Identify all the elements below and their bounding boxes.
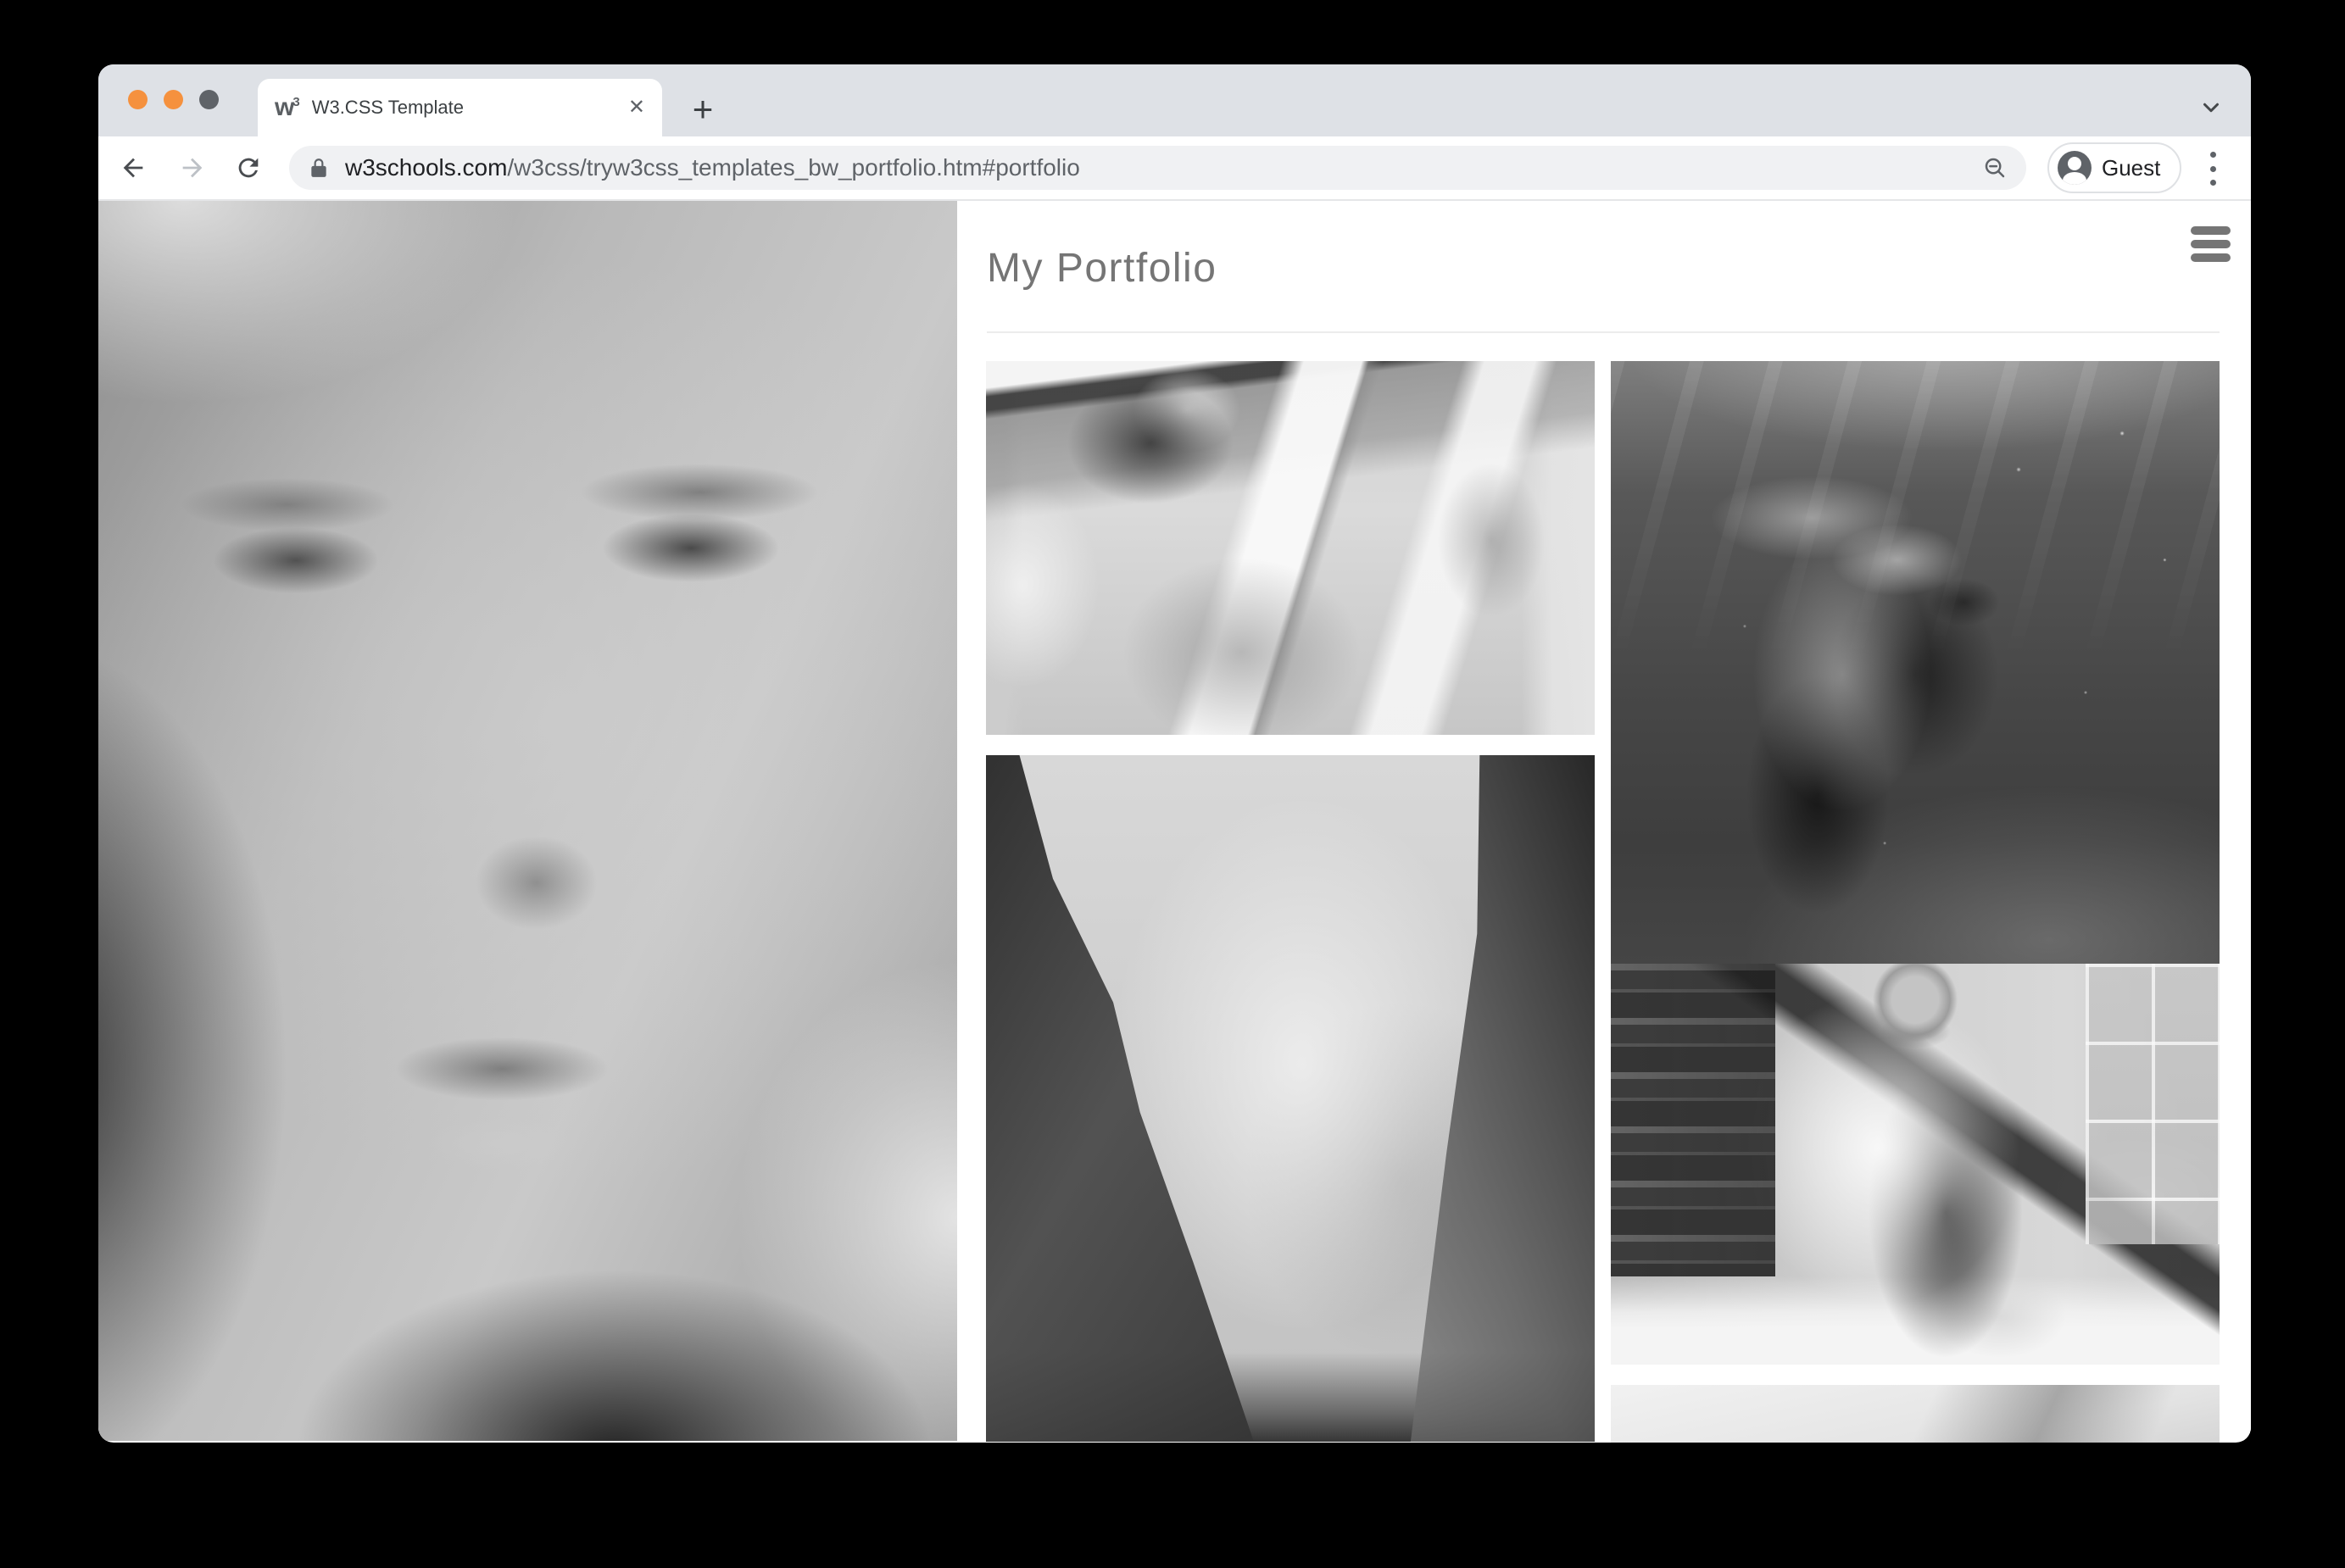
gallery-column-right [1611, 361, 2220, 1443]
url-path: /w3css/tryw3css_templates_bw_portfolio.h… [507, 154, 1079, 181]
portrait-photo [98, 201, 957, 1441]
tab-close-icon[interactable]: ✕ [628, 97, 645, 118]
portfolio-pane: My Portfolio [957, 201, 2251, 1441]
window-close-button[interactable] [128, 90, 148, 109]
guest-label: Guest [2102, 155, 2160, 181]
navigation-bar: w3schools.com/w3css/tryw3css_templates_b… [98, 136, 2251, 201]
chevron-down-icon[interactable] [2198, 95, 2224, 120]
portfolio-gallery [957, 333, 2251, 1443]
photo-underwater-woman [1611, 361, 2220, 964]
url-domain: w3schools.com [345, 154, 507, 181]
photo-chefs-kitchen [1611, 964, 2220, 1365]
hero-photo [98, 201, 957, 1441]
photo-wedding-car [986, 361, 1595, 735]
gallery-column-left [986, 361, 1595, 1443]
reload-icon[interactable] [234, 153, 263, 182]
page-title: My Portfolio [987, 245, 2220, 292]
w3-logo-icon: w3 [275, 95, 298, 120]
zoom-out-icon[interactable] [1982, 155, 2008, 181]
avatar-icon [2058, 151, 2092, 185]
window-zoom-button[interactable] [199, 90, 219, 109]
guest-profile-button[interactable]: Guest [2047, 142, 2181, 193]
back-icon[interactable] [119, 153, 148, 182]
hamburger-menu-icon[interactable] [2191, 226, 2231, 262]
tab-title: W3.CSS Template [312, 97, 618, 119]
url-text: w3schools.com/w3css/tryw3css_templates_b… [345, 154, 1982, 181]
traffic-lights [128, 90, 219, 109]
tab-w3css-template[interactable]: w3 W3.CSS Template ✕ [258, 79, 662, 136]
window-minimize-button[interactable] [164, 90, 183, 109]
url-bar[interactable]: w3schools.com/w3css/tryw3css_templates_b… [289, 146, 2026, 190]
new-tab-button[interactable]: + [683, 90, 722, 129]
photo-car-detail [1611, 1385, 2220, 1443]
lock-icon [308, 157, 330, 179]
kebab-menu-icon[interactable] [2204, 150, 2221, 187]
page-content: My Portfolio [98, 201, 2251, 1441]
forward-icon[interactable] [178, 153, 207, 182]
photo-foggy-mountains [986, 755, 1595, 1442]
tab-strip: w3 W3.CSS Template ✕ + [98, 64, 2251, 136]
browser-window: w3 W3.CSS Template ✕ + w3schools.com/w3c… [98, 64, 2251, 1443]
